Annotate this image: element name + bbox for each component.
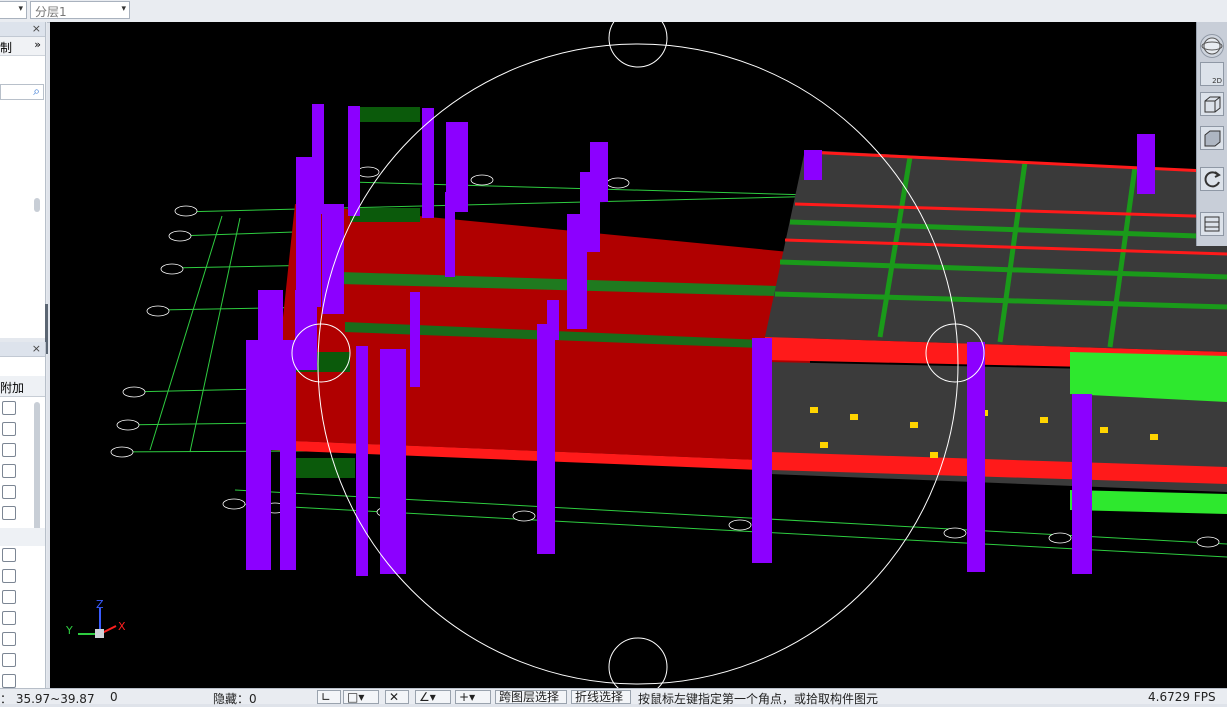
- ortho-toggle[interactable]: ∟: [317, 690, 341, 704]
- checkbox[interactable]: [2, 653, 16, 667]
- cube-wire-icon: [1204, 96, 1221, 113]
- cross-layer-select-button[interactable]: 跨图层选择: [495, 690, 567, 704]
- component-tree-pane: × 制 » ⌕: [0, 22, 46, 338]
- close-icon[interactable]: ×: [32, 342, 41, 355]
- view-3d-solid-button[interactable]: [1200, 126, 1224, 150]
- chevron-down-icon: ▾: [18, 4, 23, 14]
- model-canvas[interactable]: Z Y X: [50, 22, 1227, 688]
- checkbox[interactable]: [2, 422, 16, 436]
- line-snap-select[interactable]: ∠▾: [415, 690, 451, 704]
- fps-readout: 4.6729 FPS: [1148, 690, 1216, 704]
- property-group-row: [0, 528, 45, 546]
- cross-snap-toggle[interactable]: ✕: [385, 690, 409, 704]
- snap-mode-select[interactable]: □▾: [343, 690, 379, 704]
- beam: [295, 458, 355, 478]
- pane-tab-label[interactable]: 制: [0, 39, 12, 56]
- coordinate-readout: ： 35.97~39.87: [0, 692, 95, 706]
- checkbox[interactable]: [2, 611, 16, 625]
- chevron-down-icon: ▾: [358, 690, 365, 704]
- scrollbar-thumb[interactable]: [34, 198, 40, 212]
- green-wall: [1070, 490, 1227, 514]
- orbit-view-button[interactable]: [1200, 34, 1224, 58]
- axis-x-label: X: [118, 620, 126, 633]
- property-pane: × 附加: [0, 342, 46, 688]
- angle-icon: ∠: [419, 690, 430, 704]
- view-settings-button[interactable]: [1200, 212, 1224, 236]
- chevron-down-icon: ▾: [469, 690, 476, 704]
- 3d-viewport[interactable]: Z Y X: [50, 22, 1227, 688]
- layer-select[interactable]: 分层1 ▾: [30, 1, 130, 19]
- checkbox[interactable]: [2, 464, 16, 478]
- expand-icon[interactable]: »: [34, 38, 41, 51]
- ortho-icon: ∟: [321, 690, 332, 704]
- hidden-count: 隐藏：0: [213, 692, 257, 706]
- pane-tab-row: 制 »: [0, 37, 45, 56]
- axis-z-label: Z: [96, 598, 104, 611]
- close-icon[interactable]: ×: [32, 22, 41, 35]
- pane-header: ×: [0, 342, 45, 357]
- globe-icon: [1201, 37, 1223, 55]
- green-wall: [1070, 352, 1227, 402]
- view-2d-caption: 2D: [1212, 77, 1222, 85]
- checkbox[interactable]: [2, 443, 16, 457]
- grid-settings-icon: [1204, 216, 1220, 232]
- status-bar: ： 35.97~39.87 0 隐藏：0 ∟ □▾ ✕ ∠▾ +▾ 跨图层选择 …: [0, 688, 1227, 706]
- column-header-extra: 附加: [0, 381, 25, 395]
- search-icon[interactable]: ⌕: [33, 84, 40, 99]
- axis-triad: Z Y X: [65, 598, 126, 638]
- scrollbar-thumb[interactable]: [34, 402, 40, 532]
- view-3d-wire-button[interactable]: [1200, 92, 1224, 116]
- checkbox[interactable]: [2, 569, 16, 583]
- rotate-icon: [1204, 171, 1221, 188]
- plus-icon: +: [459, 690, 470, 704]
- cross-icon: ✕: [389, 690, 400, 704]
- snap-icon: □: [347, 690, 359, 704]
- rotate-view-button[interactable]: [1200, 167, 1224, 191]
- checkbox[interactable]: [2, 590, 16, 604]
- beam: [350, 107, 420, 122]
- checkbox[interactable]: [2, 674, 16, 688]
- pane-header: ×: [0, 22, 45, 37]
- checkbox[interactable]: [2, 548, 16, 562]
- top-toolbar: ▾ 分层1 ▾: [0, 0, 1227, 23]
- checkbox[interactable]: [2, 506, 16, 520]
- point-snap-select[interactable]: +▾: [455, 690, 491, 704]
- checkbox[interactable]: [2, 401, 16, 415]
- status-hint: 按鼠标左键指定第一个角点，或拾取构件图元: [638, 692, 879, 706]
- layer-select-value: 分层1: [35, 5, 67, 19]
- floor-select[interactable]: ▾: [0, 1, 27, 19]
- polyline-select-button[interactable]: 折线选择: [571, 690, 631, 704]
- status-zero: 0: [110, 690, 118, 704]
- beam: [350, 208, 420, 222]
- view-2d-button[interactable]: 2D: [1200, 62, 1224, 86]
- cube-solid-icon: [1204, 130, 1221, 147]
- property-header-row: 附加: [0, 376, 45, 397]
- chevron-down-icon: ▾: [121, 4, 126, 14]
- chevron-down-icon: ▾: [429, 690, 436, 704]
- checkbox[interactable]: [2, 485, 16, 499]
- axis-y-label: Y: [65, 624, 73, 637]
- left-panel: × 制 » ⌕ × 附加: [0, 22, 48, 688]
- view-toolbar: 2D: [1196, 22, 1227, 246]
- checkbox[interactable]: [2, 632, 16, 646]
- search-input[interactable]: ⌕: [0, 84, 44, 100]
